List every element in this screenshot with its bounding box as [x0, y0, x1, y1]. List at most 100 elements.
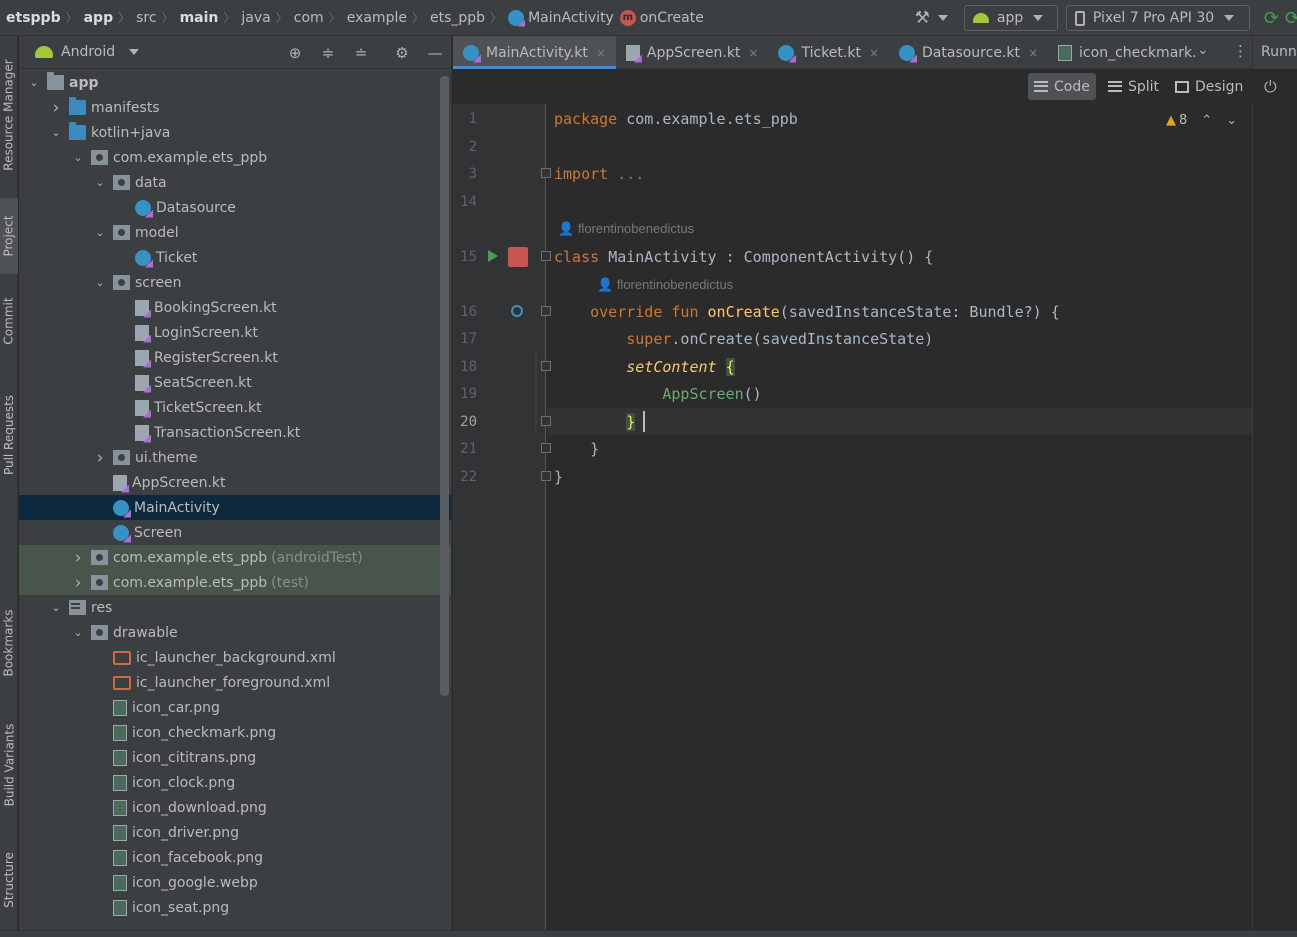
project-tab[interactable]: Project: [0, 198, 18, 274]
code-line[interactable]: import ...: [554, 165, 644, 183]
breadcrumb-item[interactable]: example: [347, 10, 407, 26]
code-line[interactable]: }: [554, 468, 563, 486]
tree-item[interactable]: ›AppScreen.kt: [19, 470, 451, 495]
project-scrollbar[interactable]: [440, 76, 449, 696]
fold-marker-icon[interactable]: [541, 251, 551, 261]
tree-item[interactable]: › manifests: [19, 95, 451, 120]
chevron-right-icon[interactable]: ›: [71, 573, 85, 593]
code-line[interactable]: override fun onCreate(savedInstanceState…: [554, 303, 1060, 321]
fold-marker-icon[interactable]: [541, 168, 551, 178]
breadcrumb-item[interactable]: java: [241, 10, 270, 26]
chevron-down-icon[interactable]: ⌄: [93, 276, 107, 289]
tree-item[interactable]: ›Datasource: [19, 195, 451, 220]
chevron-right-icon[interactable]: ›: [93, 448, 107, 468]
tree-item[interactable]: ›TicketScreen.kt: [19, 395, 451, 420]
close-icon[interactable]: ×: [869, 46, 879, 60]
code-line[interactable]: super.onCreate(savedInstanceState): [554, 330, 933, 348]
chevron-down-icon[interactable]: ⌄: [27, 76, 41, 89]
tree-item[interactable]: ›RegisterScreen.kt: [19, 345, 451, 370]
tree-item[interactable]: ›SeatScreen.kt: [19, 370, 451, 395]
locate-file-icon[interactable]: ⊕: [286, 44, 304, 62]
editor-tab[interactable]: Ticket.kt ×: [768, 36, 889, 69]
build-hammer-icon[interactable]: ⚒: [915, 8, 930, 28]
chevron-down-icon[interactable]: ⌄: [93, 226, 107, 239]
editor-tab[interactable]: MainActivity.kt ×: [453, 36, 616, 69]
bookmarks-tab[interactable]: Bookmarks: [0, 598, 18, 688]
tree-item[interactable]: ⌄ model: [19, 220, 451, 245]
commit-tab[interactable]: Commit: [0, 288, 18, 354]
tree-item[interactable]: ⌄ app: [19, 70, 451, 95]
code-line[interactable]: AppScreen(): [554, 385, 761, 403]
build-variants-tab[interactable]: Build Variants: [0, 712, 18, 818]
code-line[interactable]: setContent {: [554, 358, 735, 376]
tree-item[interactable]: ›icon_cititrans.png: [19, 745, 451, 770]
tree-item[interactable]: ⌄ kotlin+java: [19, 120, 451, 145]
fold-marker-icon[interactable]: [541, 361, 551, 371]
running-devices-tab[interactable]: Runni: [1252, 36, 1297, 69]
resource-manager-tab[interactable]: Resource Manager: [0, 40, 18, 190]
tree-item[interactable]: › ui.theme: [19, 445, 451, 470]
close-icon[interactable]: ×: [748, 46, 758, 60]
tree-item[interactable]: ›MainActivity: [19, 495, 451, 520]
tree-item[interactable]: ›icon_google.webp: [19, 870, 451, 895]
author-hint-method[interactable]: 👤 florentinobenedictus: [597, 277, 733, 293]
tree-item[interactable]: ›LoginScreen.kt: [19, 320, 451, 345]
layout-preview-gutter-icon[interactable]: [508, 247, 528, 267]
breadcrumb-item[interactable]: ets_ppb: [430, 10, 485, 26]
tree-item[interactable]: ⌄ data: [19, 170, 451, 195]
author-hint-class[interactable]: 👤 florentinobenedictus: [558, 221, 694, 237]
tree-item[interactable]: ⌄ com.example.ets_ppb: [19, 145, 451, 170]
override-gutter-icon[interactable]: [511, 305, 523, 317]
tree-item[interactable]: ›ic_launcher_background.xml: [19, 645, 451, 670]
code-line[interactable]: package com.example.ets_ppb: [554, 110, 798, 128]
tree-item[interactable]: ›icon_checkmark.png: [19, 720, 451, 745]
gear-icon[interactable]: ⚙: [393, 44, 411, 62]
fold-marker-icon[interactable]: [541, 443, 551, 453]
collapse-all-icon[interactable]: ≐: [352, 44, 370, 62]
breadcrumb-item[interactable]: com: [294, 10, 324, 26]
chevron-down-icon[interactable]: [129, 49, 140, 55]
project-view-select[interactable]: Android: [61, 44, 115, 60]
tree-item[interactable]: ›ic_launcher_foreground.xml: [19, 670, 451, 695]
tree-item[interactable]: ›Screen: [19, 520, 451, 545]
tree-item[interactable]: ⌄ drawable: [19, 620, 451, 645]
breadcrumb-item[interactable]: app: [84, 10, 114, 26]
previous-highlight-chevron-icon[interactable]: ⌃: [1201, 113, 1212, 128]
fold-marker-icon[interactable]: [541, 471, 551, 481]
tree-item[interactable]: › com.example.ets_ppb (androidTest): [19, 545, 451, 570]
tree-item[interactable]: ›icon_seat.png: [19, 895, 451, 920]
run-configuration-select[interactable]: app: [963, 5, 1058, 31]
close-icon[interactable]: ×: [596, 46, 606, 60]
hide-panel-icon[interactable]: —: [426, 44, 444, 62]
breadcrumb-item[interactable]: main: [180, 10, 219, 26]
split-mode-button[interactable]: Split: [1102, 73, 1165, 100]
chevron-right-icon[interactable]: ›: [49, 98, 63, 118]
apply-code-changes-icon[interactable]: ⟳: [1285, 8, 1297, 29]
editor-tab[interactable]: AppScreen.kt ×: [616, 36, 769, 69]
chevron-down-icon[interactable]: ⌄: [93, 176, 107, 189]
structure-tab[interactable]: Structure: [0, 840, 18, 920]
tree-item[interactable]: › com.example.ets_ppb (test): [19, 570, 451, 595]
device-select[interactable]: Pixel 7 Pro API 30: [1065, 5, 1250, 31]
tree-item[interactable]: ⌄ res: [19, 595, 451, 620]
tree-item[interactable]: ›icon_download.png: [19, 795, 451, 820]
next-highlight-chevron-icon[interactable]: ⌄: [1226, 113, 1237, 128]
power-icon[interactable]: ⏻: [1264, 77, 1277, 97]
breadcrumb-item[interactable]: etsppb: [6, 10, 61, 26]
fold-marker-icon[interactable]: [541, 306, 551, 316]
tree-item[interactable]: ›TransactionScreen.kt: [19, 420, 451, 445]
tree-item[interactable]: ›icon_facebook.png: [19, 845, 451, 870]
pull-requests-tab[interactable]: Pull Requests: [0, 380, 18, 490]
editor-tab[interactable]: Datasource.kt ×: [889, 36, 1048, 69]
run-gutter-icon[interactable]: [488, 250, 498, 262]
apply-changes-icon[interactable]: ⟳: [1264, 8, 1279, 29]
code-mode-button[interactable]: Code: [1028, 73, 1096, 100]
tabs-overflow-chevron-icon[interactable]: ⌄: [1197, 42, 1209, 58]
chevron-down-icon[interactable]: ⌄: [71, 626, 85, 639]
tree-item[interactable]: ⌄ screen: [19, 270, 451, 295]
chevron-down-icon[interactable]: ⌄: [49, 126, 63, 139]
expand-all-icon[interactable]: ≑: [319, 44, 337, 62]
editor-gutter[interactable]: [453, 104, 546, 937]
design-mode-button[interactable]: Design: [1169, 73, 1249, 100]
breadcrumb-item[interactable]: MainActivity: [508, 9, 614, 26]
